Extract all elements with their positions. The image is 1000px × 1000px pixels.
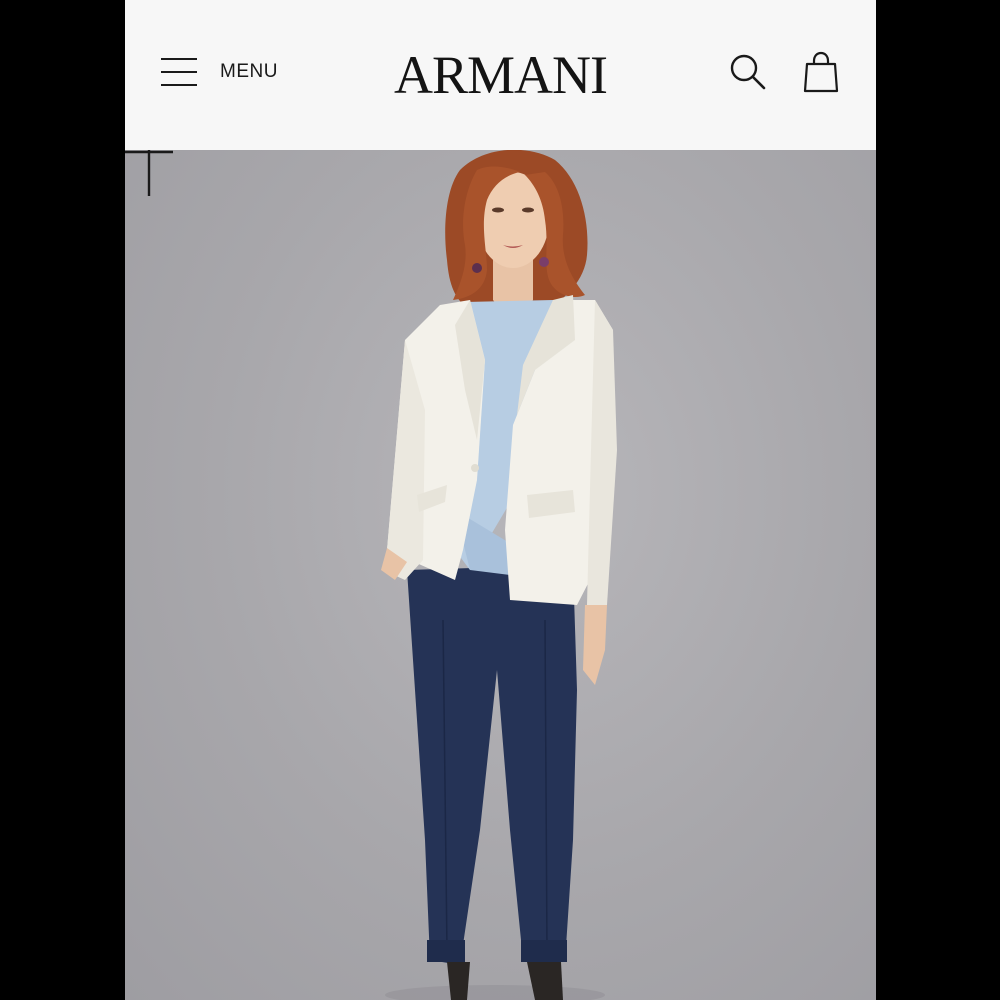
- search-icon[interactable]: [728, 52, 768, 92]
- hamburger-icon: [161, 58, 197, 86]
- product-page: MENU ARMANI: [125, 0, 876, 1000]
- menu-button[interactable]: MENU: [161, 52, 278, 92]
- product-image[interactable]: [125, 150, 876, 1000]
- plus-icon[interactable]: [125, 150, 175, 196]
- shopping-bag-icon[interactable]: [802, 50, 840, 94]
- model-figure: [381, 150, 617, 1000]
- site-header: MENU ARMANI: [125, 0, 876, 150]
- menu-label: MENU: [220, 61, 278, 82]
